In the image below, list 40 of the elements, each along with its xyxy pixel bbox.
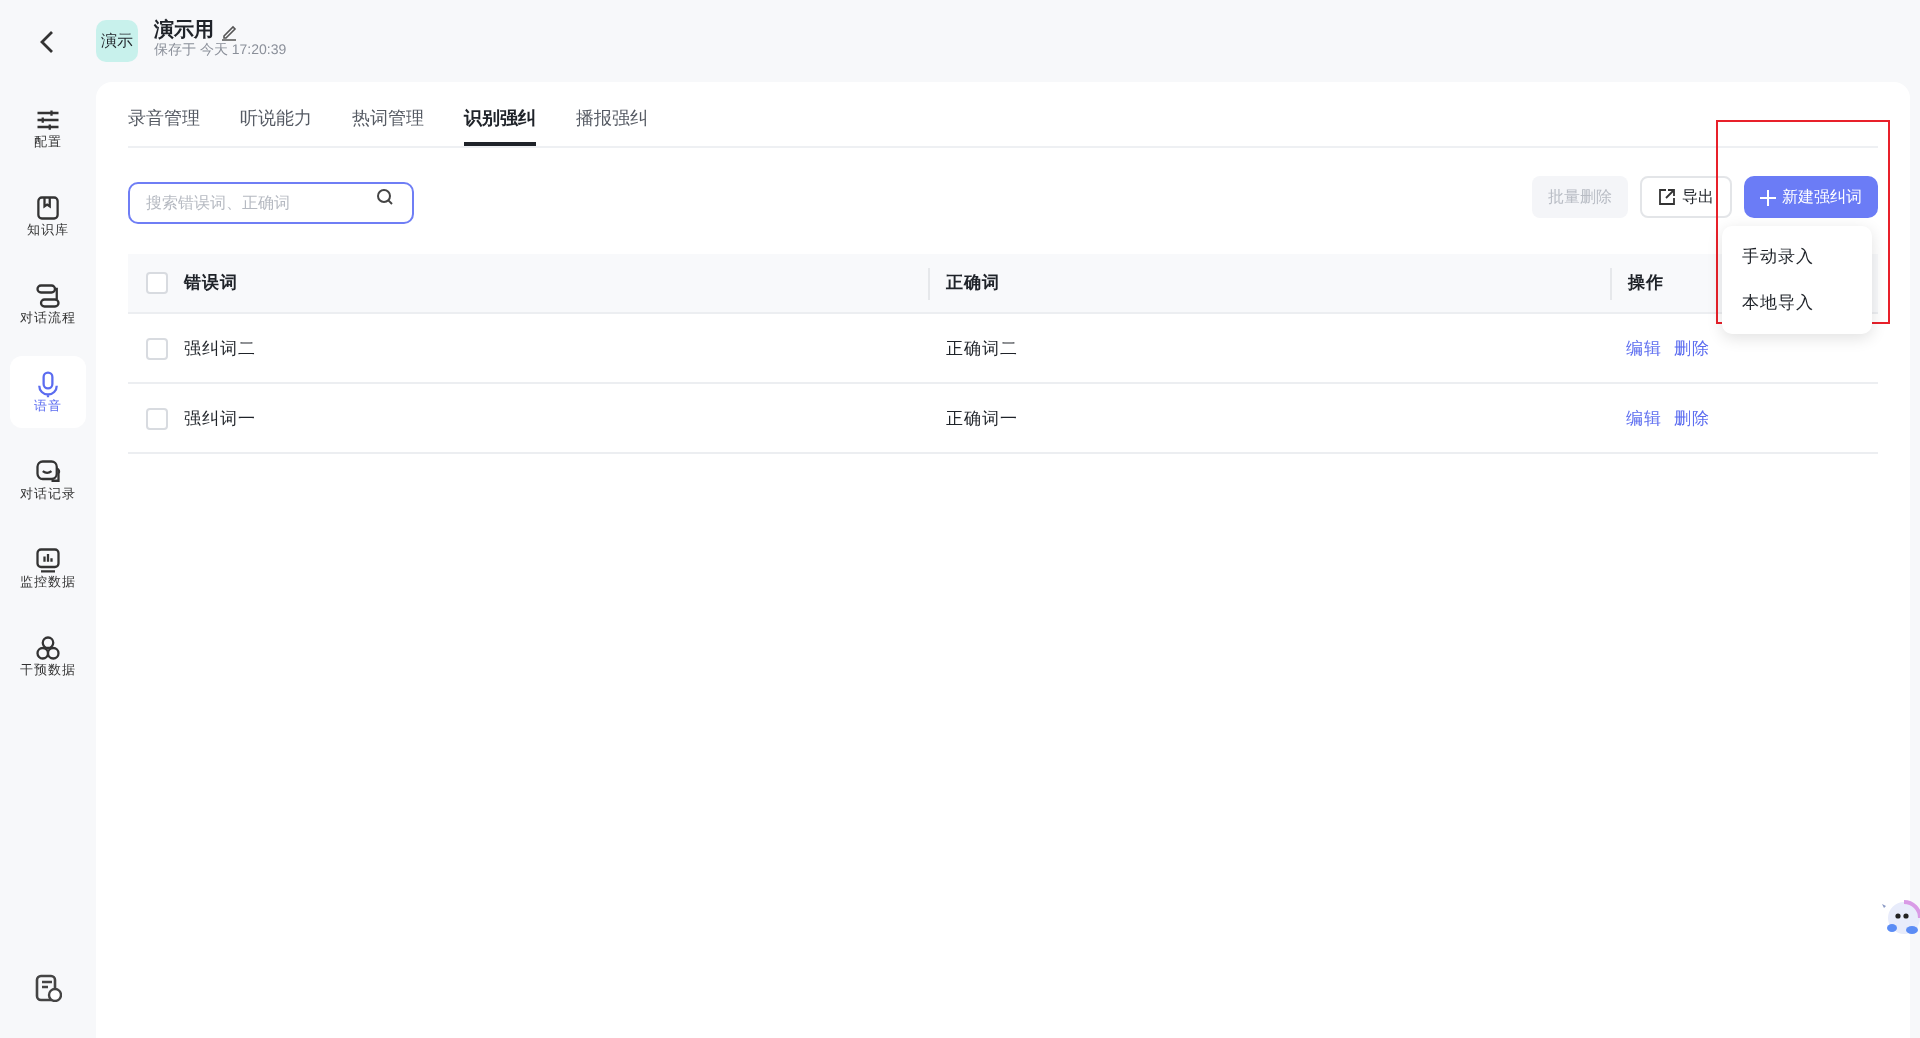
chat-icon [34,457,62,486]
action-link[interactable]: 删除 [1674,405,1710,431]
header-checkbox[interactable] [146,272,168,294]
menu-item[interactable]: 手动录入 [1722,234,1872,280]
book-icon [34,193,62,222]
column-header: 正确词 [946,270,1000,296]
three-circles-icon [34,633,62,662]
monitor-chart-icon [34,545,62,574]
export-icon [1658,188,1676,206]
app-badge: 演示 [96,20,138,62]
tab[interactable]: 播报强纠 [576,105,648,146]
table-cell: 正确词二 [946,337,1018,358]
column-header: 错误词 [184,270,238,296]
action-link[interactable]: 编辑 [1626,405,1662,431]
tab[interactable]: 识别强纠 [464,105,536,146]
mascot-drawing[interactable] [1880,894,1920,938]
back-icon [38,30,58,54]
action-link[interactable]: 编辑 [1626,335,1662,361]
plus-icon [1760,189,1776,205]
export-button[interactable]: 导出 [1640,176,1732,218]
action-link[interactable]: 删除 [1674,335,1710,361]
menu-item[interactable]: 本地导入 [1722,280,1872,326]
table-cell: 正确词一 [946,407,1018,428]
column-header: 操作 [1628,270,1664,296]
row-checkbox[interactable] [146,407,168,429]
table-cell: 强纠词二 [184,335,256,361]
table-cell: 强纠词一 [184,405,256,431]
microphone-icon [34,369,62,398]
page-title: 演示用 [154,19,214,43]
tab[interactable]: 录音管理 [128,105,200,146]
row-checkbox[interactable] [146,337,168,359]
document-clock-icon[interactable] [34,974,62,1002]
tab[interactable]: 热词管理 [352,105,424,146]
sliders-icon [34,105,62,134]
pencil-icon[interactable] [220,23,238,42]
tab[interactable]: 听说能力 [240,105,312,146]
create-button[interactable]: 新建强纠词 [1744,176,1878,218]
search-field[interactable]: 搜索错误词、正确词 [128,182,414,224]
flow-icon [34,281,62,310]
search-icon[interactable] [376,188,394,206]
